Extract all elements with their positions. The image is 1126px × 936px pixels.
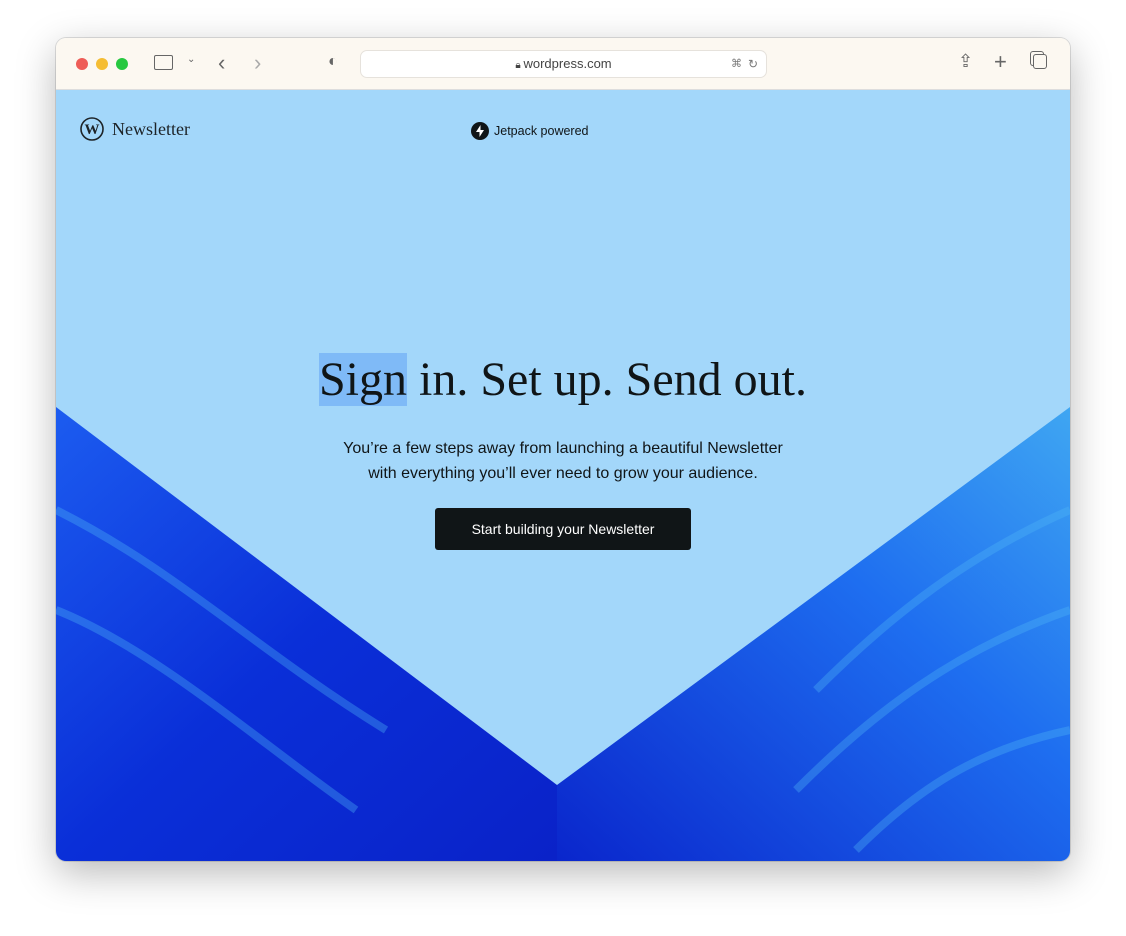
headline-highlight: Sign [318,353,407,406]
headline-rest: in. Set up. Send out. [407,353,808,406]
url-text: wordpress.com [523,56,612,71]
site-logo[interactable]: W Newsletter [80,117,190,141]
subtitle-line-2: with everything you’ll ever need to grow… [368,465,758,482]
sidebar-icon[interactable] [154,55,173,70]
logo-text: Newsletter [112,118,190,139]
headline: Sign in. Set up. Send out. [56,352,1070,407]
page-content: W Newsletter Jetpack powered Sign in. Se… [56,90,1070,861]
maximize-button[interactable] [116,58,128,70]
subtitle-line-1: You’re a few steps away from launching a… [343,440,783,457]
svg-text:W: W [85,122,100,138]
wordpress-icon: W [80,117,104,141]
minimize-button[interactable] [96,58,108,70]
browser-toolbar: ⌄ ‹ › ◐ 🔒︎ wordpress.com ⌘ ↻ ⇪ + [56,38,1070,90]
jetpack-label: Jetpack powered [494,124,589,138]
close-button[interactable] [76,58,88,70]
forward-icon[interactable]: › [254,52,261,74]
jetpack-badge: Jetpack powered [471,122,589,140]
reload-icon[interactable]: ↻ [748,51,758,77]
tabs-overview-icon[interactable] [1033,54,1047,69]
share-icon[interactable]: ⇪ [958,52,973,70]
translate-icon[interactable]: ⌘ [731,51,742,77]
back-icon[interactable]: ‹ [218,52,225,74]
address-bar[interactable]: 🔒︎ wordpress.com ⌘ ↻ [360,50,767,78]
start-building-button[interactable]: Start building your Newsletter [435,508,691,550]
new-tab-icon[interactable]: + [994,51,1007,73]
jetpack-icon [471,122,489,140]
shield-icon[interactable]: ◐ [328,54,338,70]
browser-window: ⌄ ‹ › ◐ 🔒︎ wordpress.com ⌘ ↻ ⇪ + W Newsl… [56,38,1070,861]
chevron-down-icon[interactable]: ⌄ [187,55,195,65]
subtitle: You’re a few steps away from launching a… [56,436,1070,486]
